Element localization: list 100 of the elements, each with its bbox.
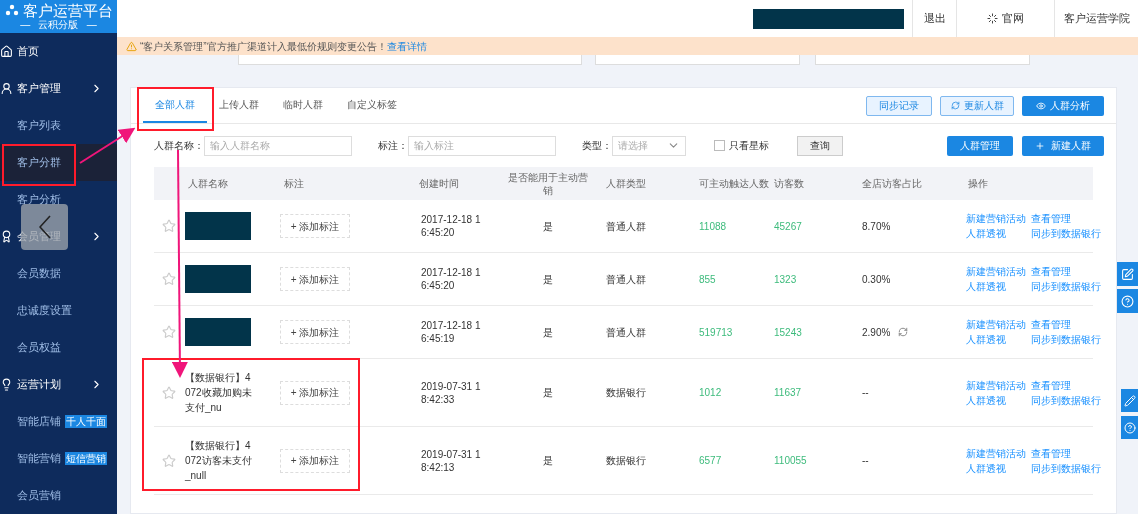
notice-link[interactable]: 查看详情: [386, 38, 427, 54]
table-cell-text: 数据银行: [605, 386, 647, 400]
table-cell-text: 普通人群: [605, 219, 647, 234]
visitor-count: 11637: [773, 386, 803, 400]
sidebar-item[interactable]: 忠诚度设置: [0, 292, 117, 329]
action-link[interactable]: 新建营销活动: [966, 264, 1026, 279]
action-link[interactable]: 人群透视: [966, 332, 1026, 347]
tab[interactable]: 上传人群: [207, 88, 271, 123]
action-link[interactable]: 查看管理: [1031, 211, 1101, 226]
nav-icon: [0, 378, 13, 391]
action-link[interactable]: 新建营销活动: [966, 211, 1026, 226]
created-time: 2017-12-18 16:45:19: [421, 319, 482, 345]
table-cell-text: 8.70%: [862, 219, 891, 234]
checkbox-label: 只看星标: [729, 139, 769, 153]
tab[interactable]: 自定义标签: [335, 88, 409, 123]
table-cell-text: 普通人群: [605, 272, 647, 287]
add-note-button[interactable]: + 添加标注: [280, 380, 350, 405]
action-link[interactable]: 同步到数据银行: [1031, 279, 1101, 294]
action-link[interactable]: 同步到数据银行: [1031, 226, 1101, 241]
toolbar-button[interactable]: 更新人群: [940, 95, 1014, 116]
sidebar-item[interactable]: 客户分群: [0, 144, 117, 181]
action-link[interactable]: 同步到数据银行: [1031, 460, 1101, 476]
query-button[interactable]: 查询: [797, 135, 843, 156]
star-icon[interactable]: [162, 325, 176, 339]
sidebar-item[interactable]: 首页: [0, 33, 117, 70]
column-header: 全店访客占比: [861, 177, 923, 191]
logo-icon: [4, 3, 19, 18]
tab[interactable]: 临时人群: [271, 88, 335, 123]
star-icon[interactable]: [162, 219, 176, 233]
sidebar-item[interactable]: 客户列表: [0, 107, 117, 144]
add-note-button[interactable]: + 添加标注: [280, 214, 350, 238]
table-cell-text: 是: [541, 325, 554, 340]
nav-icon: [0, 45, 13, 58]
action-link[interactable]: 人群透视: [966, 279, 1026, 294]
column-header: 操作: [967, 177, 989, 191]
created-time: 2017-12-18 16:45:20: [421, 213, 482, 239]
sidebar-item[interactable]: 客户管理: [0, 70, 117, 107]
star-icon[interactable]: [162, 272, 176, 286]
help-button[interactable]: [1121, 416, 1138, 439]
field-label: 人群名称：: [154, 139, 204, 153]
sidebar-item[interactable]: 运营计划: [0, 366, 117, 403]
sidebar-item[interactable]: 智能店铺 千人千面: [0, 403, 117, 440]
action-link[interactable]: 人群透视: [966, 226, 1026, 241]
created-time: 2019-07-31 18:42:33: [421, 379, 482, 406]
help-button[interactable]: [1117, 289, 1138, 313]
logo-subtitle: — 云积分版 —: [20, 19, 97, 31]
action-link[interactable]: 查看管理: [1031, 317, 1101, 332]
action-link[interactable]: 人群透视: [966, 460, 1026, 476]
column-header: 是否能用于主动营销: [506, 170, 589, 197]
type-select[interactable]: 请选择: [612, 135, 686, 156]
nav-badge: 短信营销: [65, 452, 107, 465]
table-cell-text: 是: [541, 454, 554, 468]
table-cell-text: 数据银行: [605, 454, 647, 468]
action-link[interactable]: 新建营销活动: [966, 445, 1026, 461]
nav-icon: [0, 230, 13, 243]
action-link[interactable]: 查看管理: [1031, 377, 1101, 393]
created-time: 2019-07-31 18:42:13: [421, 447, 482, 474]
action-link[interactable]: 查看管理: [1031, 264, 1101, 279]
sidebar-item[interactable]: 会员数据: [0, 255, 117, 292]
field-label: 标注：: [378, 139, 408, 153]
logo-title: 客户运营平台: [22, 2, 113, 19]
add-note-button[interactable]: + 添加标注: [280, 448, 350, 473]
edit-button[interactable]: [1121, 389, 1138, 412]
sidebar-item[interactable]: 会员权益: [0, 329, 117, 366]
created-time: 2017-12-18 16:45:20: [421, 266, 482, 292]
action-link[interactable]: 新建营销活动: [966, 377, 1026, 393]
redacted-block: [185, 318, 251, 346]
sidebar-item[interactable]: 客户分析: [0, 181, 117, 218]
action-link[interactable]: 新建营销活动: [966, 317, 1026, 332]
reach-count: 6577: [698, 454, 723, 468]
action-link[interactable]: 查看管理: [1031, 445, 1101, 461]
visitor-count: 1323: [773, 272, 798, 287]
action-link[interactable]: 人群透视: [966, 392, 1026, 408]
toolbar-button[interactable]: 同步记录: [866, 95, 932, 116]
tab[interactable]: 全部人群: [143, 88, 207, 123]
add-note-button[interactable]: + 添加标注: [280, 320, 350, 344]
manage-button[interactable]: 人群管理: [947, 135, 1013, 156]
star-icon[interactable]: [162, 453, 176, 468]
logo-icon: [987, 13, 998, 24]
add-note-button[interactable]: + 添加标注: [280, 267, 350, 291]
column-header: 标注: [283, 177, 305, 191]
input-field[interactable]: 输入人群名称: [204, 135, 352, 156]
redacted-block: [185, 212, 251, 240]
action-link[interactable]: 同步到数据银行: [1031, 332, 1101, 347]
eye-icon: [1036, 100, 1046, 111]
column-header: 可主动触达人数: [698, 177, 770, 191]
visitor-count: 110055: [773, 454, 808, 468]
nav-icon: [0, 82, 13, 95]
checkbox[interactable]: [714, 140, 725, 151]
sidebar-item[interactable]: 智能营销 短信营销: [0, 440, 117, 477]
star-icon[interactable]: [162, 385, 176, 400]
create-button[interactable]: 新建人群: [1022, 135, 1104, 156]
edit-icon: [1121, 267, 1134, 281]
sidebar-item[interactable]: 会员营销: [0, 477, 117, 514]
toolbar-button[interactable]: 人群分析: [1022, 95, 1104, 116]
feedback-button[interactable]: [1117, 262, 1138, 286]
visitor-count: 15243: [773, 325, 803, 340]
input-field[interactable]: 输入标注: [408, 135, 556, 156]
reach-count: 11088: [698, 219, 728, 234]
action-link[interactable]: 同步到数据银行: [1031, 392, 1101, 408]
